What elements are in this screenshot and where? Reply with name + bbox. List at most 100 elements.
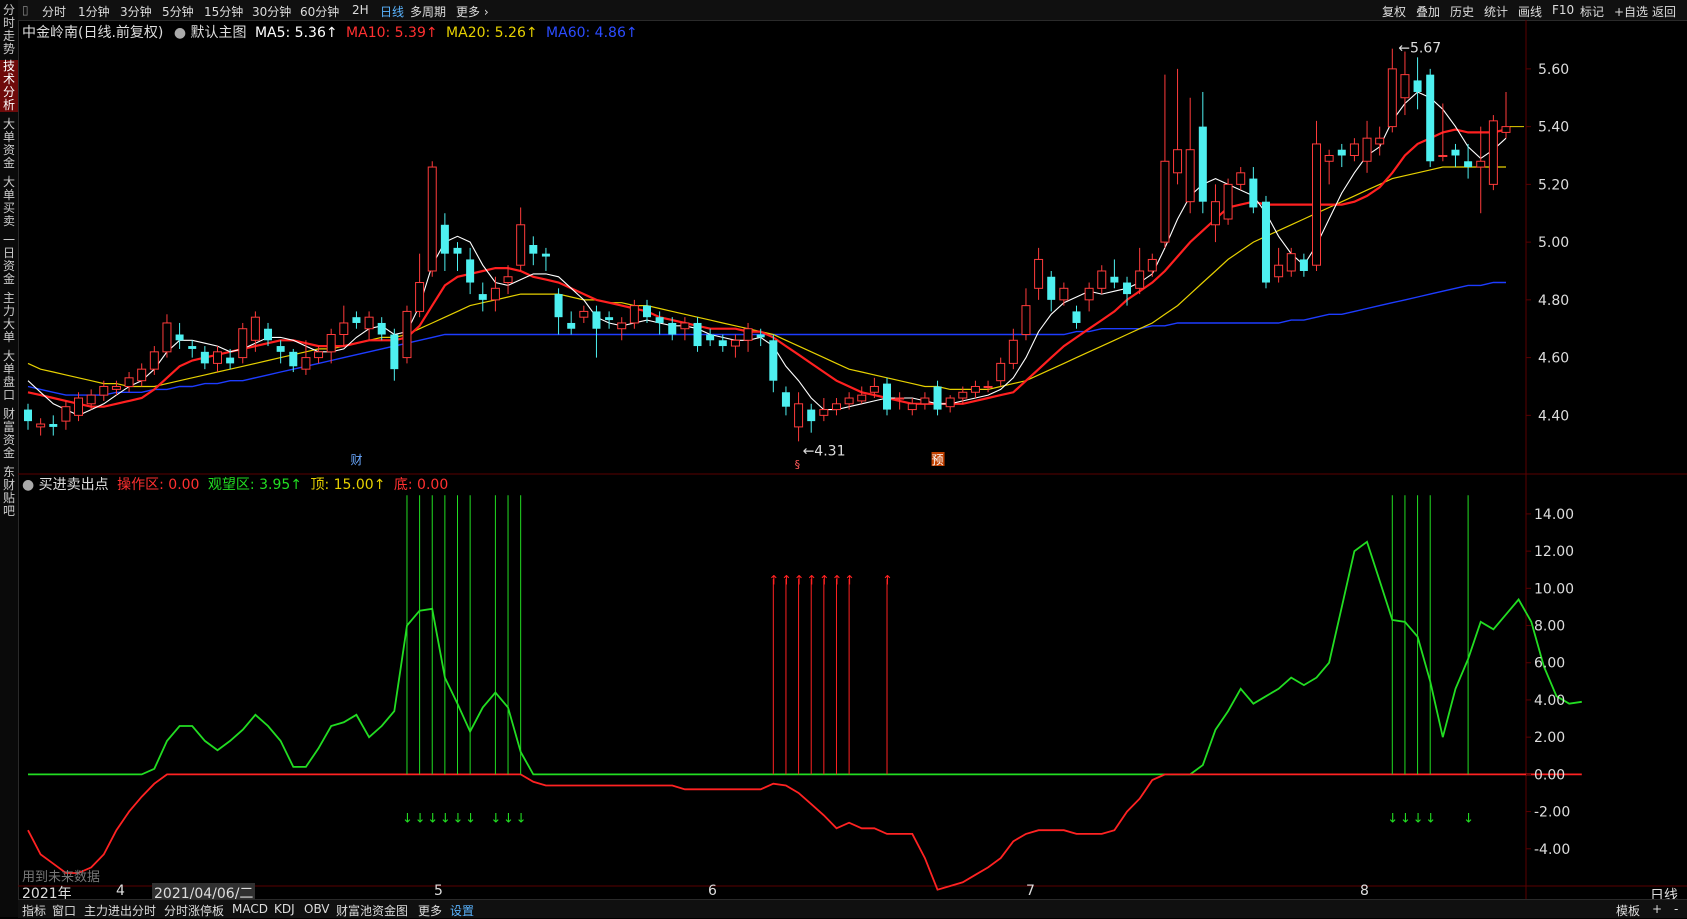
candle-body-down — [1249, 178, 1258, 208]
candle-body-up — [579, 310, 589, 318]
candle-body-up — [907, 403, 917, 411]
tool-add-watchlist[interactable]: +自选 — [1614, 3, 1648, 20]
bottom-tab-settings[interactable]: 设置 — [450, 902, 474, 919]
period-tab-daily[interactable]: 日线 — [380, 3, 404, 20]
candle-body-up — [1286, 253, 1296, 272]
candle-body-down — [1198, 126, 1207, 202]
sell-arrow-icon: ↓ — [490, 812, 501, 827]
tab-big-order-trades[interactable]: 大单买卖 — [0, 176, 18, 228]
ma20-line — [27, 166, 1506, 390]
tab-big-order-book[interactable]: 大单盘口 — [0, 350, 18, 402]
ma5-line — [27, 91, 1507, 417]
candle-body-up — [1185, 149, 1195, 203]
candle-body-up — [1312, 143, 1322, 266]
candle-body-down — [693, 322, 702, 347]
candle-body-up — [1059, 287, 1069, 301]
candle-body-down — [1451, 149, 1460, 156]
indicator-axis-label: -4.00 — [1534, 842, 1570, 858]
tab-eastmoney-forum[interactable]: 东财贴吧 — [0, 466, 18, 518]
tool-statistics[interactable]: 统计 — [1484, 3, 1508, 20]
bottom-tab-wealth-pool[interactable]: 财富池资金图 — [336, 902, 408, 919]
candle-body-down — [1299, 259, 1308, 271]
bottom-tab-main-flow[interactable]: 主力进出分时 — [84, 902, 156, 919]
tool-f10[interactable]: F10 — [1552, 3, 1574, 17]
tool-mark[interactable]: 标记 — [1580, 3, 1604, 20]
candle-body-down — [1123, 282, 1132, 295]
period-tab-2h[interactable]: 2H — [352, 3, 369, 17]
candle-body-up — [427, 166, 437, 272]
candle-body-up — [617, 322, 627, 330]
price-axis-label: 5.40 — [1538, 120, 1569, 136]
tool-restore-rights[interactable]: 复权 — [1382, 3, 1406, 20]
tool-draw-line[interactable]: 画线 — [1518, 3, 1542, 20]
tool-back[interactable]: 返回 — [1652, 3, 1676, 20]
sell-arrow-icon: ↓ — [453, 812, 464, 827]
tab-intraday[interactable]: 分时走势 — [0, 4, 18, 56]
bottom-tab-obv[interactable]: OBV — [304, 902, 330, 916]
bottom-toolbar: 指标 窗口 主力进出分时 分时涨停板 MACD KDJ OBV 财富池资金图 更… — [18, 899, 1687, 918]
bottom-tab-limit-up[interactable]: 分时涨停板 — [164, 902, 224, 919]
period-tab-multi[interactable]: 多周期 — [410, 3, 446, 20]
candle-body-up — [74, 397, 84, 416]
candle-body-up — [680, 322, 690, 330]
template-button[interactable]: 模板 — [1616, 902, 1640, 919]
candle-body-down — [453, 247, 462, 254]
candle-body-up — [629, 305, 639, 324]
candle-body-down — [478, 294, 487, 300]
candle-body-down — [668, 322, 677, 335]
period-tab-more[interactable]: 更多 › — [456, 3, 489, 20]
candle-body-down — [642, 305, 651, 318]
zoom-out-button[interactable]: - — [1674, 902, 1678, 916]
candle-body-down — [226, 357, 235, 364]
tab-wealth-funds[interactable]: 财富资金 — [0, 408, 18, 460]
bottom-tab-indicator[interactable]: 指标 — [22, 902, 46, 919]
tab-daily-funds[interactable]: 一日资金 — [0, 234, 18, 286]
candle-body-up — [1084, 287, 1094, 301]
bottom-tab-macd[interactable]: MACD — [232, 902, 268, 916]
candle-body-down — [781, 392, 790, 407]
indicator-axis-label: 2.00 — [1534, 730, 1565, 746]
kline-chart[interactable]: ↓ ↓ ↓ ↓ ↓ ↓ ↓ ↓ ↓ ↓ ↓ ↓ ↓ ↓↑ ↑ ↑ ↑ ↑ ↑ ↑ ↑ 5.605.405.205.004… — [18, 20, 1687, 899]
candle-body-up — [86, 394, 96, 405]
candle-body-down — [1072, 311, 1081, 323]
candle-body-up — [238, 328, 248, 359]
buy-arrow-icon: ↑ — [794, 574, 805, 589]
period-tab-30min[interactable]: 30分钟 — [252, 3, 291, 20]
candle-body-up — [1097, 270, 1107, 289]
sell-arrow-icon: ↓ — [1400, 812, 1411, 827]
period-tab-intraday[interactable]: 分时 — [42, 3, 66, 20]
zoom-in-button[interactable]: + — [1652, 902, 1662, 916]
candle-body-up — [111, 385, 121, 390]
candle-body-down — [1047, 276, 1056, 300]
candle-body-up — [983, 385, 993, 388]
tool-history[interactable]: 历史 — [1450, 3, 1474, 20]
candle-body-up — [1476, 160, 1486, 168]
sell-arrow-icon: ↓ — [1413, 812, 1424, 827]
candle-body-up — [162, 322, 172, 353]
candle-body-down — [554, 294, 563, 318]
period-tab-60min[interactable]: 60分钟 — [300, 3, 339, 20]
bottom-tab-window[interactable]: 窗口 — [52, 902, 76, 919]
period-tab-1min[interactable]: 1分钟 — [78, 3, 110, 20]
candle-body-down — [769, 340, 778, 381]
candle-body-up — [844, 397, 854, 405]
candle-body-up — [99, 385, 109, 396]
bottom-tab-kdj[interactable]: KDJ — [274, 902, 295, 916]
tab-technical-analysis[interactable]: 技术分析 — [0, 60, 18, 112]
s-marker: § — [795, 458, 801, 471]
candle-body-up — [970, 385, 980, 393]
period-tab-3min[interactable]: 3分钟 — [120, 3, 152, 20]
sell-arrow-icon: ↓ — [1387, 812, 1398, 827]
period-tab-15min[interactable]: 15分钟 — [204, 3, 243, 20]
tab-main-big-orders[interactable]: 主力大单 — [0, 292, 18, 344]
toggle-sidebar-icon[interactable]: ▯ — [22, 3, 29, 17]
high-price-label: ←5.67 — [1398, 41, 1441, 57]
tab-big-order-funds[interactable]: 大单资金 — [0, 118, 18, 170]
bottom-tab-more[interactable]: 更多 — [418, 902, 442, 919]
candle-body-up — [831, 403, 841, 411]
price-axis-label: 5.20 — [1538, 177, 1569, 193]
tool-overlay[interactable]: 叠加 — [1416, 3, 1440, 20]
candle-body-up — [945, 397, 955, 408]
period-tab-5min[interactable]: 5分钟 — [162, 3, 194, 20]
candle-body-up — [36, 423, 46, 428]
